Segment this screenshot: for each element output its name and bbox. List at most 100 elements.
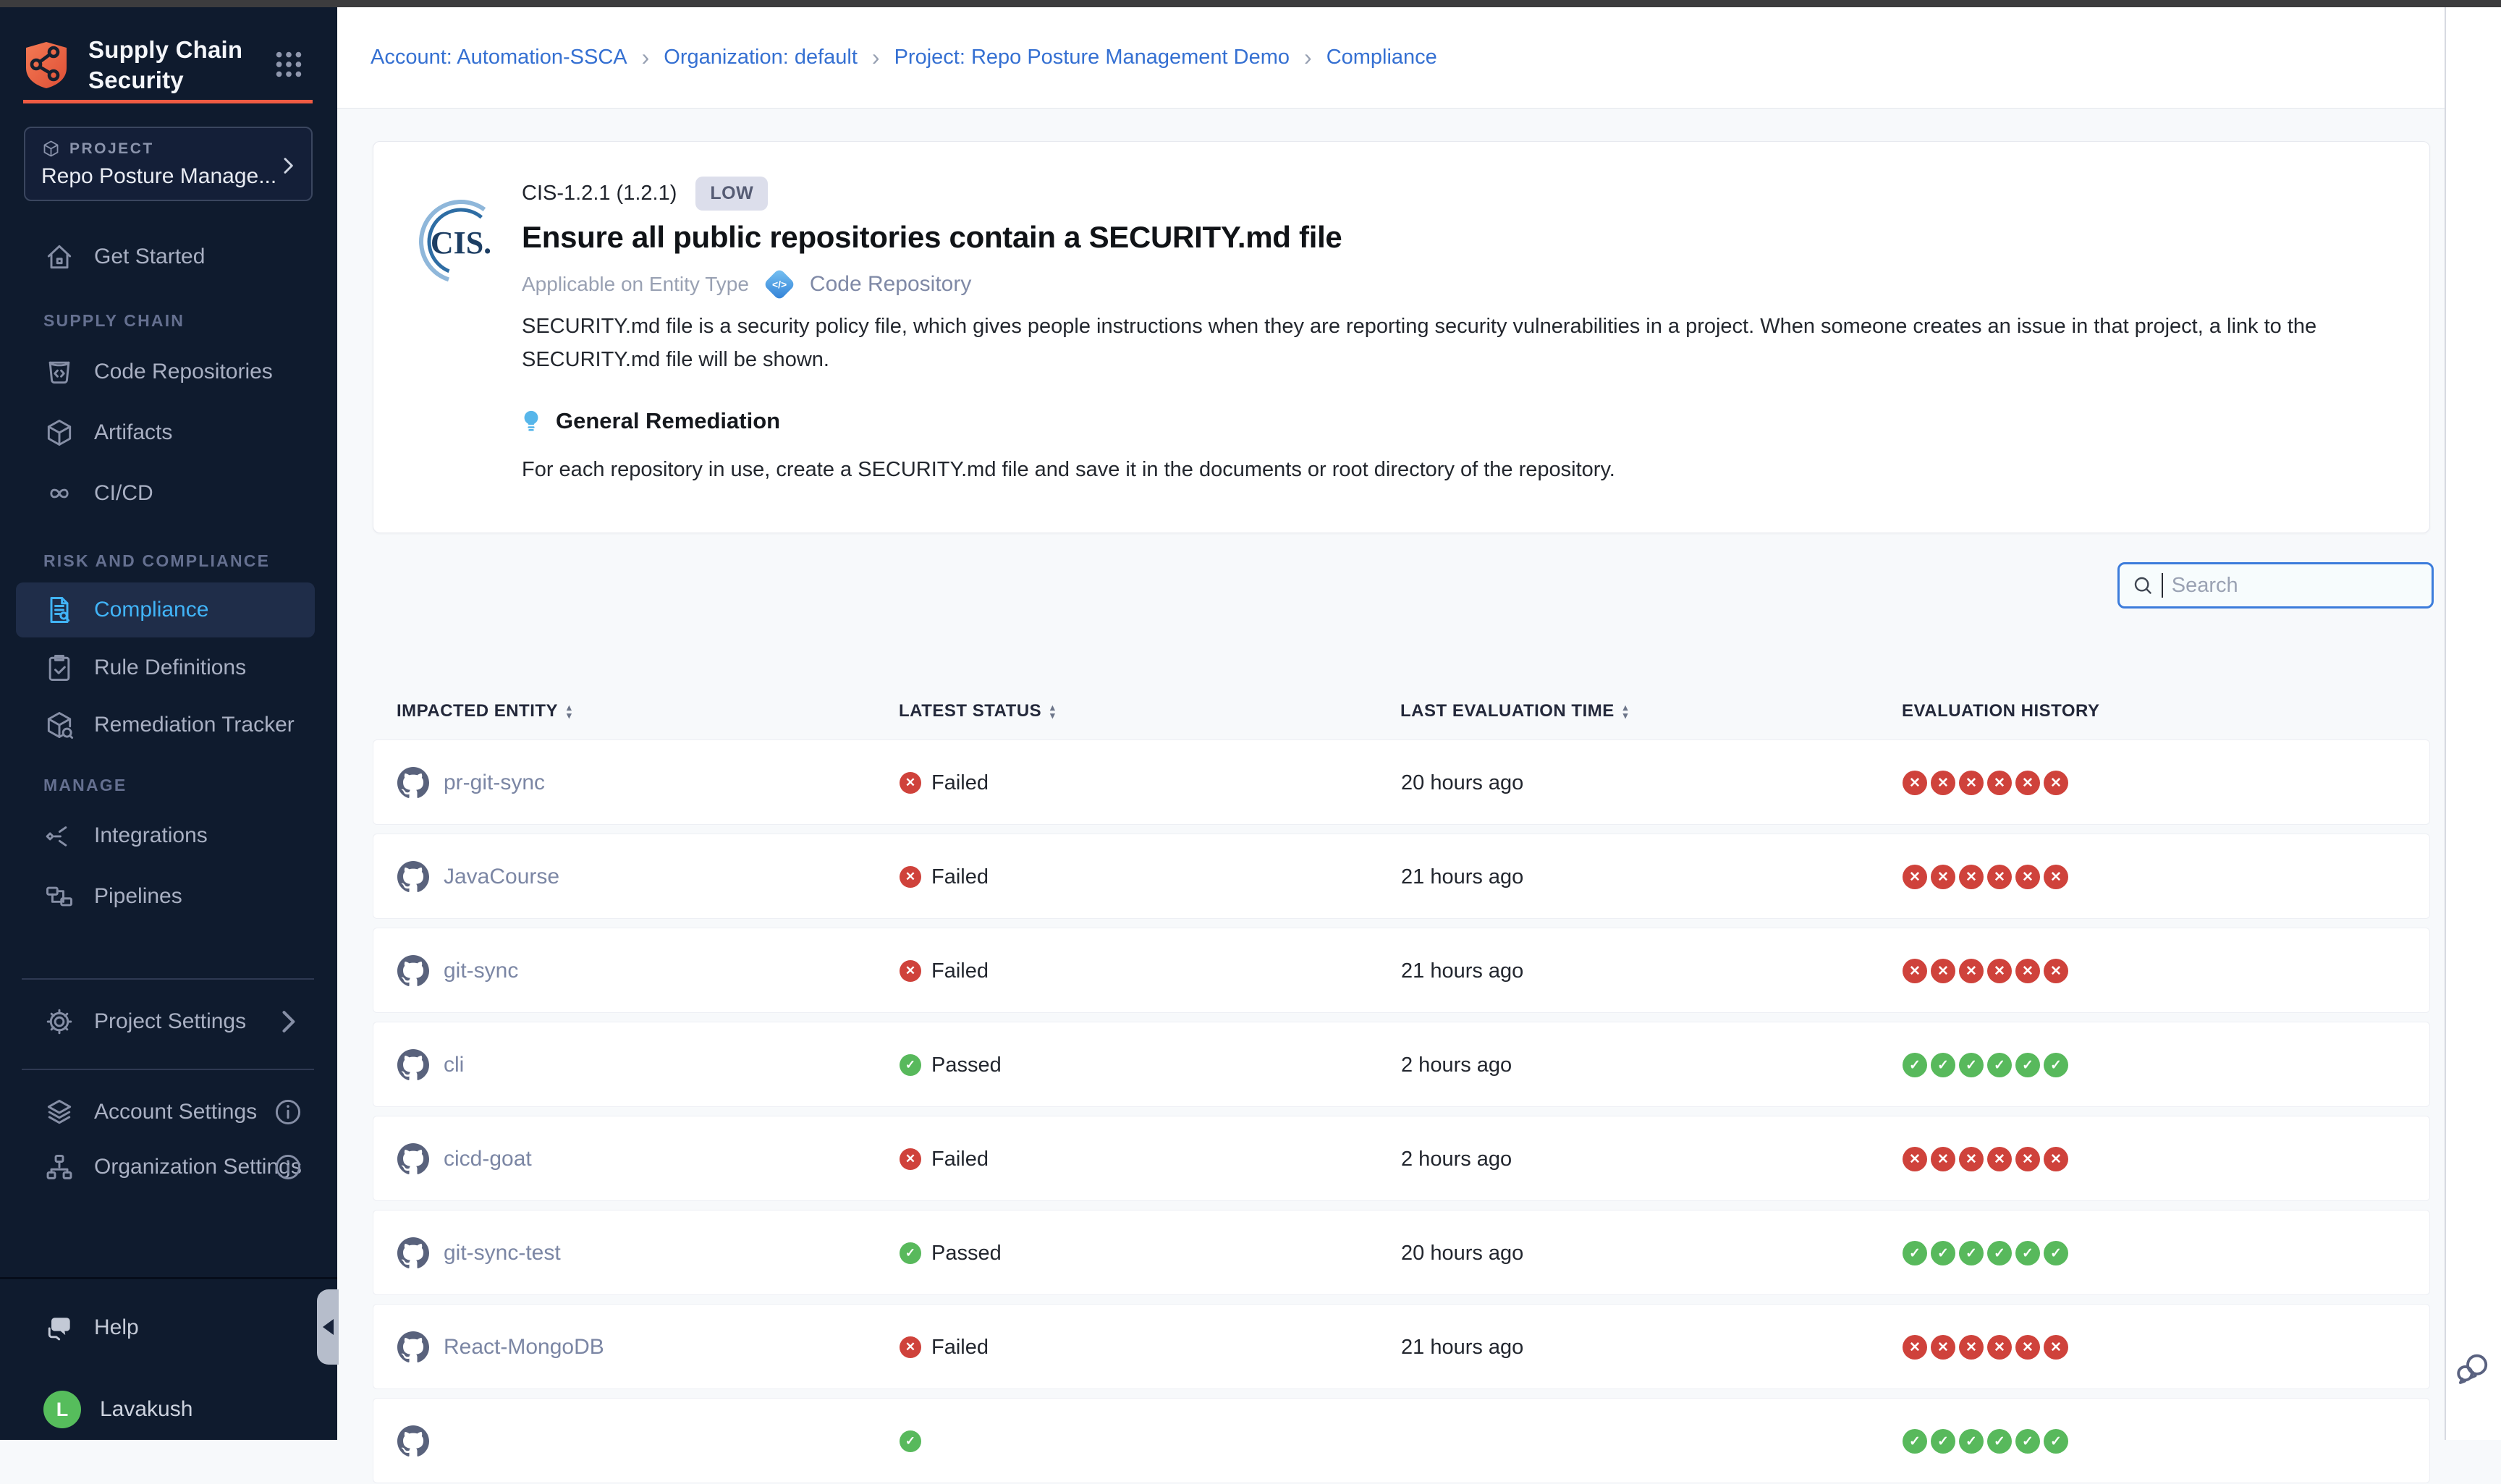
sort-icon[interactable]: ▴▾ bbox=[1050, 703, 1055, 719]
sidebar-item-integrations[interactable]: Integrations bbox=[0, 808, 337, 863]
impacted-entity-cell: React-MongoDB bbox=[397, 1305, 604, 1390]
sidebar-item-label: Artifacts bbox=[94, 420, 172, 445]
table-row[interactable]: ✓ ✓✓✓✓✓✓ bbox=[373, 1398, 2430, 1483]
sidebar-item-help[interactable]: ? Help bbox=[0, 1300, 337, 1355]
project-name: Repo Posture Manage... bbox=[41, 164, 295, 189]
entity-link[interactable]: React-MongoDB bbox=[444, 1335, 604, 1360]
sidebar-user[interactable]: L Lavakush bbox=[0, 1382, 337, 1437]
column-header-impacted-entity[interactable]: IMPACTED ENTITY ▴▾ bbox=[397, 691, 572, 732]
sort-icon[interactable]: ▴▾ bbox=[567, 703, 572, 719]
impacted-entity-cell bbox=[397, 1399, 444, 1484]
status-failed-icon: ✕ bbox=[900, 1148, 921, 1170]
history-failed-icon: ✕ bbox=[2015, 865, 2040, 889]
column-label: IMPACTED ENTITY bbox=[397, 701, 558, 721]
history-passed-icon: ✓ bbox=[1903, 1241, 1927, 1265]
sidebar-item-account-settings[interactable]: Account Settings bbox=[0, 1085, 337, 1140]
evaluation-time: 2 hours ago bbox=[1401, 1053, 1512, 1077]
history-passed-icon: ✓ bbox=[1987, 1053, 2012, 1077]
breadcrumb-item[interactable]: Organization: default bbox=[664, 46, 858, 69]
history-passed-icon: ✓ bbox=[2044, 1241, 2068, 1265]
evaluation-history-cell: ✓✓✓✓✓✓ bbox=[1903, 1210, 2072, 1296]
chat-feedback-icon[interactable] bbox=[2453, 1350, 2492, 1389]
history-failed-icon: ✕ bbox=[2015, 1335, 2040, 1360]
sidebar-item-compliance[interactable]: Compliance bbox=[16, 582, 315, 637]
history-failed-icon: ✕ bbox=[1903, 1147, 1927, 1171]
sidebar-item-ci-cd[interactable]: CI/CD bbox=[0, 466, 337, 521]
sidebar-item-get-started[interactable]: Get Started bbox=[0, 229, 337, 284]
last-evaluation-time-cell: 21 hours ago bbox=[1401, 834, 1523, 920]
entity-link[interactable]: cli bbox=[444, 1053, 464, 1077]
history-passed-icon: ✓ bbox=[2015, 1053, 2040, 1077]
box-wrench-icon bbox=[43, 709, 75, 741]
entity-link[interactable]: git-sync-test bbox=[444, 1241, 561, 1265]
sidebar-item-pipelines[interactable]: Pipelines bbox=[0, 869, 337, 924]
sidebar: Supply Chain Security PROJECT Repo Postu… bbox=[0, 7, 337, 1440]
sidebar-item-label: Remediation Tracker bbox=[94, 713, 295, 737]
avatar: L bbox=[43, 1391, 81, 1428]
user-name: Lavakush bbox=[100, 1397, 192, 1422]
sort-icon[interactable]: ▴▾ bbox=[1623, 703, 1628, 719]
grid-icon[interactable] bbox=[272, 48, 305, 81]
table-row[interactable]: git-sync ✕ Failed 21 hours ago ✕✕✕✕✕✕ bbox=[373, 928, 2430, 1013]
history-failed-icon: ✕ bbox=[1987, 1335, 2012, 1360]
applicable-label: Applicable on Entity Type bbox=[522, 273, 749, 296]
github-icon bbox=[397, 1425, 429, 1457]
table-row[interactable]: cicd-goat ✕ Failed 2 hours ago ✕✕✕✕✕✕ bbox=[373, 1116, 2430, 1201]
impacted-entity-cell: git-sync-test bbox=[397, 1210, 561, 1296]
column-header-latest-status[interactable]: LATEST STATUS ▴▾ bbox=[899, 691, 1055, 732]
history-passed-icon: ✓ bbox=[1931, 1429, 1955, 1454]
search-input[interactable] bbox=[2170, 573, 2420, 598]
chevron-right-icon bbox=[272, 1006, 304, 1038]
sidebar-item-project-settings[interactable]: Project Settings bbox=[0, 994, 337, 1049]
sidebar-item-label: Organization Settings bbox=[94, 1155, 302, 1179]
breadcrumb-separator: › bbox=[872, 44, 880, 71]
table-row[interactable]: JavaCourse ✕ Failed 21 hours ago ✕✕✕✕✕✕ bbox=[373, 834, 2430, 919]
evaluation-time: 20 hours ago bbox=[1401, 1242, 1523, 1265]
sidebar-section-risk-and-compliance: RISK AND COMPLIANCE bbox=[43, 551, 270, 571]
sidebar-section-manage: MANAGE bbox=[43, 776, 127, 795]
window-top-strip bbox=[0, 0, 2501, 7]
cube-icon bbox=[41, 139, 61, 158]
sidebar-item-code-repositories[interactable]: Code Repositories bbox=[0, 344, 337, 399]
right-scroll-gutter bbox=[2445, 7, 2501, 1440]
table-row[interactable]: React-MongoDB ✕ Failed 21 hours ago ✕✕✕✕… bbox=[373, 1304, 2430, 1389]
github-icon bbox=[397, 1331, 429, 1363]
history-passed-icon: ✓ bbox=[1931, 1053, 1955, 1077]
history-failed-icon: ✕ bbox=[2044, 1147, 2068, 1171]
history-failed-icon: ✕ bbox=[1987, 1147, 2012, 1171]
column-header-last-evaluation-time[interactable]: LAST EVALUATION TIME ▴▾ bbox=[1400, 691, 1628, 732]
info-icon bbox=[272, 1151, 304, 1183]
entity-link[interactable]: git-sync bbox=[444, 959, 518, 983]
project-switcher[interactable]: PROJECT Repo Posture Manage... bbox=[24, 127, 313, 201]
breadcrumb-item[interactable]: Account: Automation-SSCA bbox=[371, 46, 627, 69]
table-row[interactable]: cli ✓ Passed 2 hours ago ✓✓✓✓✓✓ bbox=[373, 1022, 2430, 1107]
app-title-line1: Supply Chain bbox=[88, 35, 242, 65]
text-caret bbox=[2162, 573, 2163, 598]
breadcrumb-item[interactable]: Compliance bbox=[1326, 46, 1437, 69]
breadcrumb-separator: › bbox=[642, 44, 650, 71]
severity-badge: LOW bbox=[695, 177, 768, 211]
sidebar-item-artifacts[interactable]: Artifacts bbox=[0, 405, 337, 460]
sidebar-item-rule-definitions[interactable]: Rule Definitions bbox=[0, 640, 337, 695]
sidebar-item-organization-settings[interactable]: Organization Settings bbox=[0, 1140, 337, 1195]
history-passed-icon: ✓ bbox=[1987, 1429, 2012, 1454]
column-label: LAST EVALUATION TIME bbox=[1400, 701, 1615, 721]
entity-link[interactable]: pr-git-sync bbox=[444, 771, 545, 795]
rule-title: Ensure all public repositories contain a… bbox=[522, 220, 1342, 255]
status-label: Passed bbox=[931, 1242, 1002, 1265]
impacted-entity-cell: JavaCourse bbox=[397, 834, 559, 920]
table-row[interactable]: pr-git-sync ✕ Failed 20 hours ago ✕✕✕✕✕✕ bbox=[373, 739, 2430, 825]
breadcrumb: Account: Automation-SSCA › Organization: d… bbox=[371, 44, 1437, 71]
last-evaluation-time-cell: 2 hours ago bbox=[1401, 1022, 1512, 1108]
sidebar-item-remediation-tracker[interactable]: Remediation Tracker bbox=[0, 698, 337, 752]
sidebar-collapse-handle[interactable] bbox=[317, 1289, 339, 1365]
entity-link[interactable]: JavaCourse bbox=[444, 865, 559, 889]
last-evaluation-time-cell: 20 hours ago bbox=[1401, 1210, 1523, 1296]
table-row[interactable]: git-sync-test ✓ Passed 20 hours ago ✓✓✓✓… bbox=[373, 1210, 2430, 1295]
status-failed-icon: ✕ bbox=[900, 960, 921, 982]
evaluation-history-cell: ✕✕✕✕✕✕ bbox=[1903, 1305, 2072, 1390]
history-failed-icon: ✕ bbox=[1903, 959, 1927, 983]
entity-link[interactable]: cicd-goat bbox=[444, 1147, 532, 1171]
breadcrumb-item[interactable]: Project: Repo Posture Management Demo bbox=[894, 46, 1290, 69]
latest-status-cell: ✕ Failed bbox=[900, 740, 989, 826]
